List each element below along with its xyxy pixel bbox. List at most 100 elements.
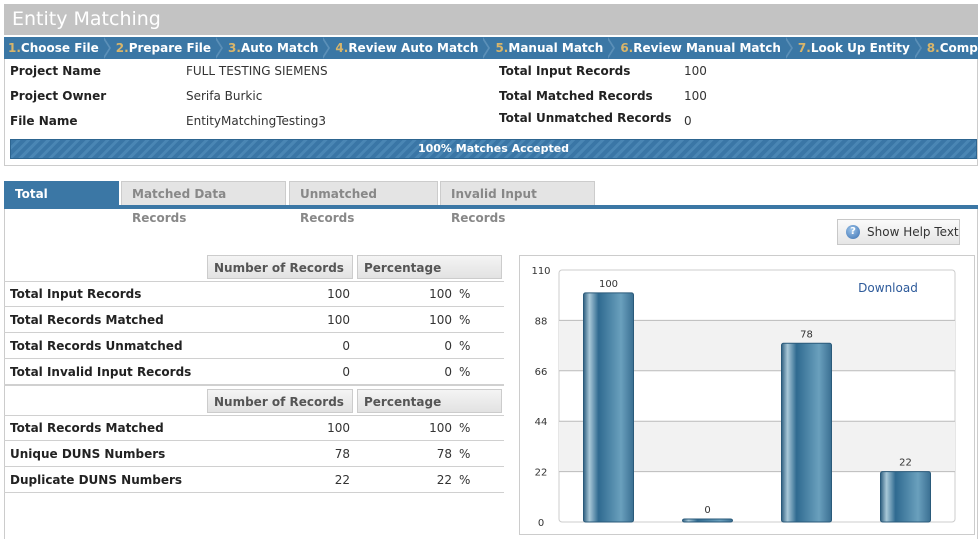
step-label: Complete	[939, 41, 978, 55]
project-owner-value: Serifa Burkic	[186, 89, 263, 103]
match-progress-bar: 100% Matches Accepted	[10, 139, 977, 159]
row-percentage: 78	[436, 447, 452, 461]
total-unmatched-value: 0	[684, 114, 692, 128]
project-name-label: Project Name	[10, 64, 102, 78]
bar	[781, 342, 832, 523]
column-header-percentage: Percentage	[357, 389, 502, 413]
y-tick-label: 66	[535, 367, 548, 378]
progress-text: 100% Matches Accepted	[417, 142, 570, 155]
file-name-value: EntityMatchingTesting3	[186, 114, 327, 128]
row-count: 22	[334, 473, 350, 487]
percent-unit: %	[459, 421, 471, 435]
step-1: 1.Choose File	[4, 37, 112, 59]
app-title: Entity Matching	[12, 8, 161, 30]
y-tick-label: 0	[538, 518, 544, 527]
download-link[interactable]: Download	[858, 281, 918, 295]
step-4: 4.Review Auto Match	[331, 37, 491, 59]
step-8: 8.Complete	[923, 37, 978, 59]
total-input-label: Total Input Records	[499, 64, 631, 78]
percent-unit: %	[459, 313, 471, 327]
row-percentage: 100	[429, 421, 452, 435]
row-count: 0	[342, 339, 350, 353]
data-label: 22	[899, 458, 912, 469]
step-label: Prepare File	[128, 41, 212, 55]
step-number: 2.	[115, 41, 129, 55]
records-bar-chart: 0 22 44 66 88 110 100 0 78 22 Download	[531, 266, 956, 527]
project-owner-label: Project Owner	[10, 89, 107, 103]
percent-unit: %	[459, 473, 471, 487]
table-row: Duplicate DUNS Numbers 22 22%	[4, 467, 504, 493]
table-row: Unique DUNS Numbers 78 78%	[4, 441, 504, 467]
bar	[682, 518, 733, 523]
row-percentage: 22	[436, 473, 452, 487]
step-3: 3.Auto Match	[224, 37, 331, 59]
total-input-value: 100	[684, 64, 707, 78]
row-count: 100	[327, 421, 350, 435]
step-label: Manual Match	[508, 41, 604, 55]
project-name-value: FULL TESTING SIEMENS	[186, 64, 328, 78]
y-tick-label: 22	[535, 468, 548, 479]
row-label: Total Records Matched	[10, 421, 164, 435]
table-row: Total Records Matched 100 100%	[4, 415, 504, 441]
bar	[880, 471, 931, 523]
column-header-percentage: Percentage	[357, 255, 502, 279]
step-7: 7.Look Up Entity	[794, 37, 923, 59]
divider	[4, 415, 504, 416]
wizard-steps: 1.Choose File 2.Prepare File 3.Auto Match 4…	[4, 37, 978, 59]
tab-total-overview[interactable]: Total Overview	[4, 181, 119, 225]
divider	[4, 385, 504, 386]
row-label: Total Records Matched	[10, 313, 164, 327]
step-number: 7.	[797, 41, 811, 55]
help-icon: ?	[846, 225, 860, 239]
total-unmatched-label: Total Unmatched Records	[499, 111, 672, 125]
tab-matched-data-records[interactable]: Matched Data Records	[121, 181, 286, 225]
percent-unit: %	[459, 287, 471, 301]
app-title-bar: Entity Matching	[4, 4, 978, 35]
step-5: 5.Manual Match	[491, 37, 616, 59]
data-label: 0	[704, 505, 710, 516]
step-6: 6.Review Manual Match	[616, 37, 794, 59]
row-percentage: 100	[429, 313, 452, 327]
row-label: Total Invalid Input Records	[10, 365, 192, 379]
step-2: 2.Prepare File	[112, 37, 224, 59]
row-percentage: 0	[444, 339, 452, 353]
data-label: 78	[800, 329, 813, 340]
table-row: Total Records Matched 100 100%	[4, 307, 504, 333]
step-label: Review Auto Match	[348, 41, 479, 55]
row-label: Total Records Unmatched	[10, 339, 183, 353]
y-tick-label: 88	[535, 316, 548, 327]
row-count: 100	[327, 313, 350, 327]
percent-unit: %	[459, 339, 471, 353]
y-tick-label: 110	[531, 266, 550, 277]
row-label: Duplicate DUNS Numbers	[10, 473, 183, 487]
divider	[4, 281, 504, 282]
help-button-label: Show Help Text	[867, 225, 959, 239]
tab-invalid-input-records[interactable]: Invalid Input Records	[440, 181, 595, 225]
data-label: 100	[599, 279, 618, 290]
total-matched-label: Total Matched Records	[499, 89, 653, 103]
row-label: Total Input Records	[10, 287, 142, 301]
row-percentage: 0	[444, 365, 452, 379]
column-header-count: Number of Records	[207, 389, 353, 413]
percent-unit: %	[459, 365, 471, 379]
y-tick-label: 44	[535, 417, 548, 428]
row-percentage: 100	[429, 287, 452, 301]
step-label: Auto Match	[240, 41, 319, 55]
table-row: Total Input Records 100 100%	[4, 281, 504, 307]
column-header-count: Number of Records	[207, 255, 353, 279]
step-label: Review Manual Match	[633, 41, 781, 55]
row-count: 0	[342, 365, 350, 379]
step-label: Choose File	[20, 41, 99, 55]
step-number: 1.	[8, 41, 21, 55]
row-count: 78	[334, 447, 350, 461]
step-number: 8.	[926, 41, 940, 55]
step-number: 6.	[620, 41, 634, 55]
percent-unit: %	[459, 447, 471, 461]
tab-unmatched-records[interactable]: Unmatched Records	[289, 181, 438, 225]
row-count: 100	[327, 287, 350, 301]
row-label: Unique DUNS Numbers	[10, 447, 166, 461]
step-label: Look Up Entity	[810, 41, 910, 55]
bar	[583, 292, 634, 523]
show-help-text-button[interactable]: ? Show Help Text	[837, 219, 960, 245]
table-row: Total Invalid Input Records 0 0%	[4, 359, 504, 385]
